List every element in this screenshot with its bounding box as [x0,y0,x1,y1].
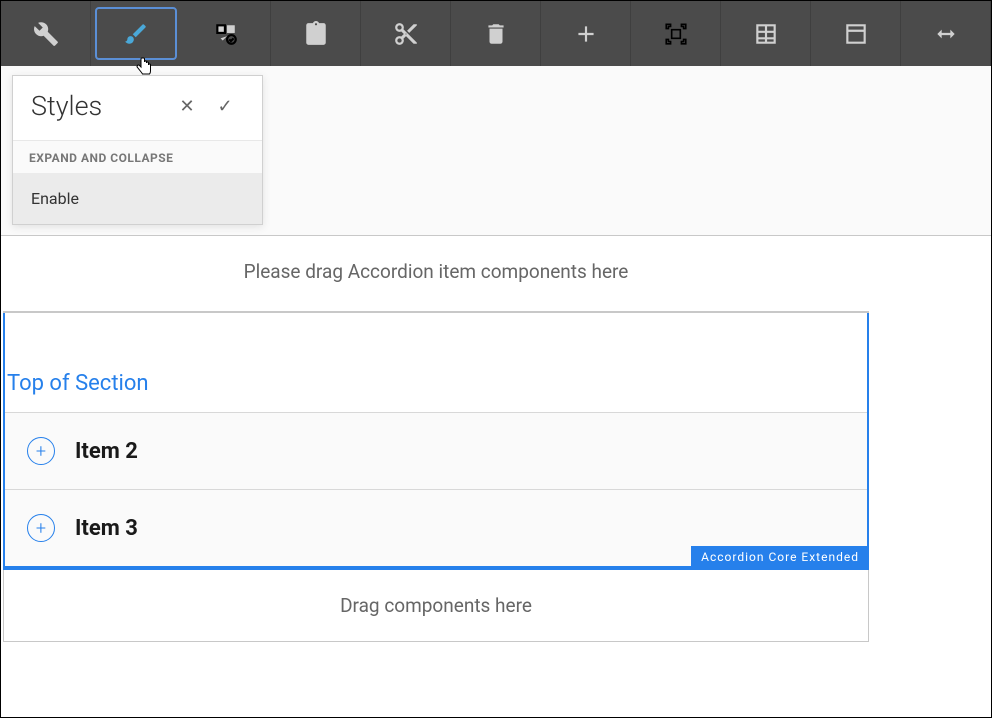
styles-header: Styles ✕ ✓ [13,76,262,140]
group-button[interactable] [631,1,721,66]
group-icon [663,21,689,47]
component-icon [213,21,239,47]
wrench-icon [33,21,59,47]
apply-button[interactable]: ✓ [206,96,244,117]
accordion-item[interactable]: + Item 2 [5,412,867,489]
check-icon: ✓ [217,96,232,117]
wrench-button[interactable] [1,1,91,66]
styles-section-header: EXPAND AND COLLAPSE [13,140,262,173]
component-badge: Accordion Core Extended [691,546,869,568]
close-button[interactable]: ✕ [168,96,206,117]
cut-icon [393,21,419,47]
brush-icon [123,21,149,47]
delete-button[interactable] [451,1,541,66]
plus-circle-icon[interactable]: + [27,437,55,465]
accordion-item-label: Item 2 [75,439,138,464]
expand-horizontal-icon [933,21,959,47]
drop-zone-accordion[interactable]: Please drag Accordion item components he… [3,236,869,313]
panel-button[interactable] [811,1,901,66]
brush-button[interactable] [95,7,177,60]
add-button[interactable] [541,1,631,66]
accordion-section[interactable]: Top of Section + Item 2 + Item 3 Accordi… [3,313,869,566]
styles-title: Styles [31,90,168,122]
cut-button[interactable] [361,1,451,66]
styles-option-enable[interactable]: Enable [13,173,262,224]
component-button[interactable] [181,1,271,66]
styles-popup: Styles ✕ ✓ EXPAND AND COLLAPSE Enable [12,75,263,225]
plus-circle-icon[interactable]: + [27,514,55,542]
drop-zone-generic[interactable]: Drag components here [3,570,869,642]
table-button[interactable] [721,1,811,66]
paste-button[interactable] [271,1,361,66]
toolbar [1,1,991,66]
close-icon: ✕ [179,96,194,117]
panel-icon [843,21,869,47]
delete-icon [483,21,509,47]
section-title[interactable]: Top of Section [5,313,867,412]
table-icon [753,21,779,47]
paste-icon [303,21,329,47]
add-icon [573,21,599,47]
accordion-item-label: Item 3 [75,516,138,541]
expand-button[interactable] [901,1,991,66]
